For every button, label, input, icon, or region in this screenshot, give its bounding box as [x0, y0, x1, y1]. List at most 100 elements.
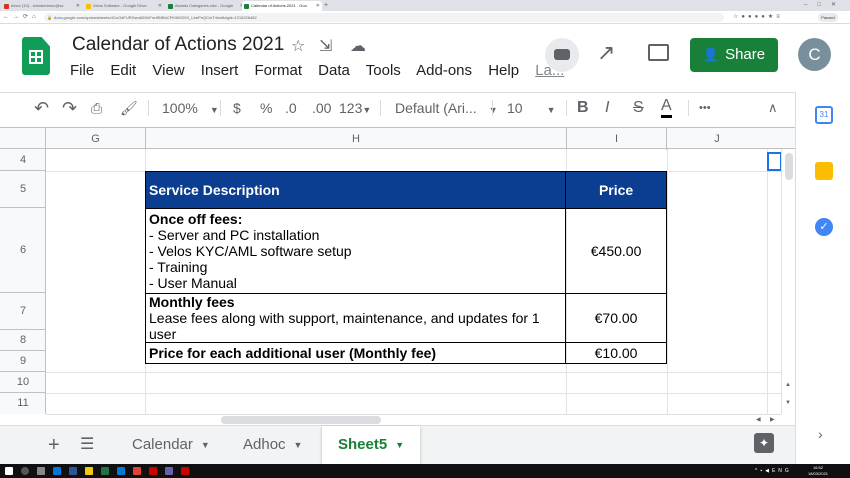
menu-tools[interactable]: Tools: [366, 62, 401, 79]
navigation-buttons[interactable]: ←→⟳⌂: [3, 11, 40, 24]
chat-button[interactable]: [545, 38, 579, 72]
row-header[interactable]: 9: [0, 351, 46, 372]
row-header[interactable]: 11: [0, 393, 46, 414]
decrease-decimal-button[interactable]: .0: [285, 97, 297, 119]
sheet-tab-adhoc[interactable]: Adhoc ▼: [243, 426, 302, 464]
close-icon[interactable]: ✕: [316, 1, 320, 11]
font-select[interactable]: Default (Ari... ▼: [395, 97, 498, 121]
horizontal-scrollbar[interactable]: ◀ ▶: [46, 414, 781, 425]
browser-tab-gmail[interactable]: Inbox (10) - shimberimou@sc ✕: [2, 1, 82, 11]
row-header[interactable]: 5: [0, 171, 46, 208]
row-header[interactable]: 10: [0, 372, 46, 393]
additional-user-price-cell[interactable]: €10.00: [565, 342, 667, 364]
row-header[interactable]: 4: [0, 149, 46, 171]
italic-button[interactable]: I: [605, 97, 609, 119]
share-button[interactable]: 👤 Share: [690, 38, 778, 72]
tasks-icon[interactable]: ✓: [815, 218, 833, 236]
task-view-icon[interactable]: [37, 467, 45, 475]
menu-edit[interactable]: Edit: [110, 62, 136, 79]
strikethrough-button[interactable]: S: [633, 97, 644, 119]
row-header[interactable]: 8: [0, 330, 46, 351]
move-folder-icon[interactable]: ⇲: [319, 36, 332, 56]
scroll-up-arrow[interactable]: ▲: [785, 382, 791, 388]
select-all-corner[interactable]: [0, 128, 46, 150]
column-header[interactable]: I: [567, 128, 667, 150]
once-off-price-cell[interactable]: €450.00: [565, 208, 667, 294]
text-color-button[interactable]: A: [661, 97, 672, 118]
paint-format-icon[interactable]: 🖌: [120, 97, 138, 119]
show-side-panel-icon[interactable]: ›: [818, 426, 823, 442]
print-icon[interactable]: ⎙: [91, 97, 102, 119]
chevron-down-icon[interactable]: ▼: [201, 440, 210, 450]
chrome-icon[interactable]: [133, 467, 141, 475]
chevron-down-icon[interactable]: ▼: [395, 440, 404, 450]
sheets-logo-icon[interactable]: [22, 37, 50, 75]
menu-addons[interactable]: Add-ons: [416, 62, 472, 79]
outlook-icon[interactable]: [117, 467, 125, 475]
scroll-right-arrow[interactable]: ▶: [770, 416, 775, 423]
word-icon[interactable]: [69, 467, 77, 475]
column-header[interactable]: G: [46, 128, 146, 150]
keep-icon[interactable]: [815, 162, 833, 180]
sheet-tab-sheet5[interactable]: Sheet5 ▼: [322, 426, 421, 464]
column-header[interactable]: H: [146, 128, 567, 150]
comment-history-icon[interactable]: [648, 44, 669, 61]
column-header[interactable]: J: [667, 128, 767, 150]
monthly-price-cell[interactable]: €70.00: [565, 293, 667, 343]
account-avatar[interactable]: C: [798, 38, 831, 71]
app-icon[interactable]: [149, 467, 157, 475]
extension-icons[interactable]: ☆●●●●★≡: [733, 13, 783, 22]
menu-file[interactable]: File: [70, 62, 94, 79]
browser-tab-calendar[interactable]: Calendar of Actions 2021 - Goo ✕: [242, 1, 322, 11]
all-sheets-list-icon[interactable]: ☰: [80, 426, 94, 464]
clock[interactable]: 16:52 18/03/2021: [808, 465, 828, 477]
browser-tab-awards[interactable]: Awards Categories.xlsx - Google ✕: [166, 1, 246, 11]
window-controls[interactable]: –□✕: [804, 0, 846, 11]
scroll-down-arrow[interactable]: ▼: [785, 400, 791, 406]
zoom-select[interactable]: 100% ▼: [162, 97, 219, 121]
cloud-status-icon[interactable]: ☁: [350, 36, 366, 56]
url-input[interactable]: 🔒 docs.google.com/spreadsheets/d/1cOdFUR…: [44, 13, 724, 22]
redo-icon[interactable]: ↷: [62, 97, 77, 119]
vertical-scroll-thumb[interactable]: [785, 153, 793, 180]
new-tab-button[interactable]: +: [324, 0, 328, 11]
document-title[interactable]: Calendar of Actions 2021: [72, 34, 284, 56]
add-sheet-button[interactable]: +: [48, 426, 60, 464]
selected-cell-outline[interactable]: [767, 152, 782, 171]
increase-decimal-button[interactable]: .00: [312, 97, 331, 119]
teams-icon[interactable]: [165, 467, 173, 475]
excel-icon[interactable]: [101, 467, 109, 475]
explore-icon[interactable]: ✦: [754, 433, 774, 453]
row-header[interactable]: 6: [0, 208, 46, 293]
close-icon[interactable]: ✕: [158, 1, 162, 11]
chevron-down-icon[interactable]: ▼: [294, 440, 303, 450]
more-options-button[interactable]: •••: [699, 97, 711, 119]
row-header[interactable]: 7: [0, 293, 46, 330]
browser-tab-drive[interactable]: Velos Software - Google Drive ✕: [84, 1, 164, 11]
service-description-header[interactable]: Service Description: [144, 171, 567, 209]
profile-status-badge[interactable]: Paused: [818, 13, 838, 22]
menu-data[interactable]: Data: [318, 62, 350, 79]
calendar-icon[interactable]: 31: [815, 106, 833, 124]
additional-user-cell[interactable]: Price for each additional user (Monthly …: [144, 342, 567, 364]
once-off-fees-cell[interactable]: Once off fees: - Server and PC installat…: [144, 208, 567, 294]
file-explorer-icon[interactable]: [85, 467, 93, 475]
collapse-menu-icon[interactable]: ∧: [768, 97, 778, 119]
windows-start-icon[interactable]: [5, 467, 13, 475]
close-icon[interactable]: ✕: [76, 1, 80, 11]
vertical-scrollbar[interactable]: ▲ ▼: [781, 149, 795, 414]
menu-view[interactable]: View: [152, 62, 184, 79]
search-icon[interactable]: [21, 467, 29, 475]
menu-help[interactable]: Help: [488, 62, 519, 79]
monthly-fees-cell[interactable]: Monthly fees Lease fees along with suppo…: [144, 293, 567, 343]
bold-button[interactable]: B: [577, 97, 589, 119]
menu-format[interactable]: Format: [254, 62, 302, 79]
star-icon[interactable]: ☆: [291, 36, 305, 56]
app-icon[interactable]: [181, 467, 189, 475]
price-header[interactable]: Price: [565, 171, 667, 209]
format-percent-button[interactable]: %: [260, 97, 272, 119]
sheet-tab-calendar[interactable]: Calendar ▼: [132, 426, 210, 464]
system-tray[interactable]: ^▪◀ENG: [755, 464, 792, 478]
undo-icon[interactable]: ↶: [34, 97, 49, 119]
menu-insert[interactable]: Insert: [201, 62, 239, 79]
